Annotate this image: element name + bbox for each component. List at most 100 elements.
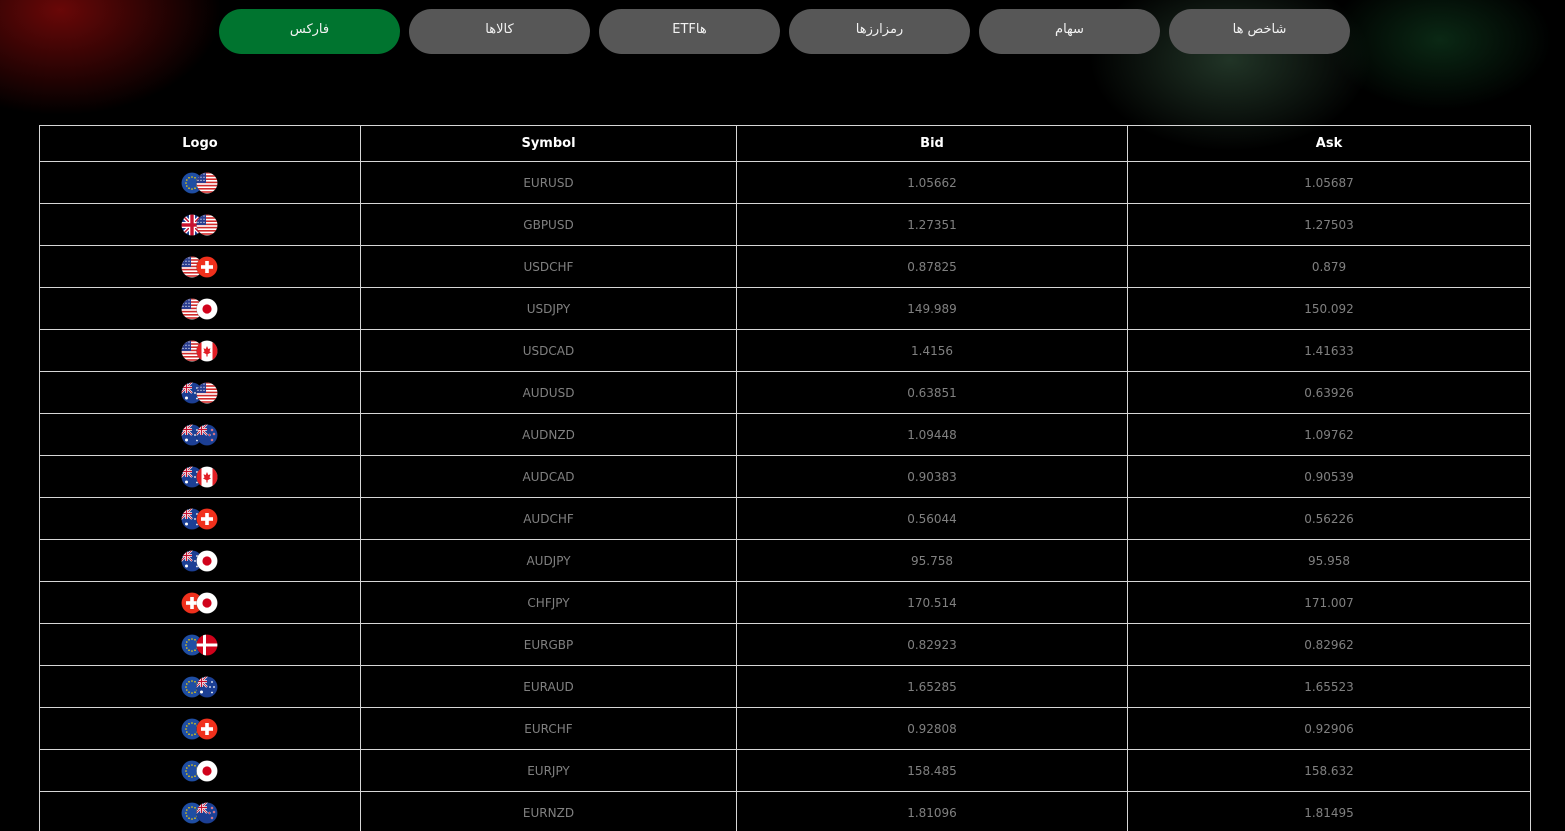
pair-logo-cell bbox=[39, 539, 361, 582]
ask-cell: 1.09762 bbox=[1127, 413, 1531, 456]
header-ask: Ask bbox=[1127, 125, 1531, 162]
tab-commodities[interactable]: کالاها bbox=[409, 9, 590, 54]
currency-pair-flags bbox=[181, 675, 219, 698]
page: فارکس کالاها ETFها رمزارزها سهام شاخص ها… bbox=[0, 0, 1565, 831]
bid-cell: 1.65285 bbox=[736, 665, 1128, 708]
symbol-cell: CHFJPY bbox=[360, 581, 737, 624]
pair-logo-cell bbox=[39, 329, 361, 372]
bid-cell: 0.56044 bbox=[736, 497, 1128, 540]
dk-flag-icon bbox=[196, 633, 218, 656]
table-row[interactable]: EURJPY 158.485 158.632 bbox=[39, 749, 1531, 792]
symbol-cell: EURGBP bbox=[360, 623, 737, 666]
header-logo: Logo bbox=[39, 125, 361, 162]
table-row[interactable]: AUDCAD 0.90383 0.90539 bbox=[39, 455, 1531, 498]
ask-cell: 1.41633 bbox=[1127, 329, 1531, 372]
table-row[interactable]: USDJPY 149.989 150.092 bbox=[39, 287, 1531, 330]
bid-cell: 0.90383 bbox=[736, 455, 1128, 498]
ch-flag-icon bbox=[196, 507, 218, 530]
table-row[interactable]: AUDNZD 1.09448 1.09762 bbox=[39, 413, 1531, 456]
ask-cell: 158.632 bbox=[1127, 749, 1531, 792]
currency-pair-flags bbox=[181, 591, 219, 614]
bid-cell: 158.485 bbox=[736, 749, 1128, 792]
jp-flag-icon bbox=[196, 591, 218, 614]
au-flag-icon bbox=[196, 675, 218, 698]
currency-pair-flags bbox=[181, 717, 219, 740]
currency-pair-flags bbox=[181, 381, 219, 404]
bid-cell: 170.514 bbox=[736, 581, 1128, 624]
symbol-cell: EURNZD bbox=[360, 791, 737, 831]
currency-pair-flags bbox=[181, 801, 219, 824]
tab-indices[interactable]: شاخص ها bbox=[1169, 9, 1350, 54]
symbol-cell: AUDUSD bbox=[360, 371, 737, 414]
symbol-cell: AUDJPY bbox=[360, 539, 737, 582]
currency-pair-flags bbox=[181, 507, 219, 530]
bid-cell: 1.05662 bbox=[736, 161, 1128, 204]
table-header-row: Logo Symbol Bid Ask bbox=[39, 125, 1531, 162]
ask-cell: 0.90539 bbox=[1127, 455, 1531, 498]
bid-cell: 0.87825 bbox=[736, 245, 1128, 288]
table-row[interactable]: EURGBP 0.82923 0.82962 bbox=[39, 623, 1531, 666]
bid-cell: 0.92808 bbox=[736, 707, 1128, 750]
ask-cell: 171.007 bbox=[1127, 581, 1531, 624]
pair-logo-cell bbox=[39, 203, 361, 246]
pair-logo-cell bbox=[39, 161, 361, 204]
currency-pair-flags bbox=[181, 297, 219, 320]
ch-flag-icon bbox=[196, 255, 218, 278]
symbol-cell: USDCAD bbox=[360, 329, 737, 372]
table-row[interactable]: AUDUSD 0.63851 0.63926 bbox=[39, 371, 1531, 414]
ca-flag-icon bbox=[196, 465, 218, 488]
tab-stocks[interactable]: سهام bbox=[979, 9, 1160, 54]
symbol-cell: EURUSD bbox=[360, 161, 737, 204]
tab-crypto[interactable]: رمزارزها bbox=[789, 9, 970, 54]
currency-pair-flags bbox=[181, 633, 219, 656]
symbol-cell: AUDNZD bbox=[360, 413, 737, 456]
ask-cell: 150.092 bbox=[1127, 287, 1531, 330]
symbol-cell: USDJPY bbox=[360, 287, 737, 330]
pair-logo-cell bbox=[39, 791, 361, 831]
bid-cell: 1.4156 bbox=[736, 329, 1128, 372]
table-row[interactable]: USDCHF 0.87825 0.879 bbox=[39, 245, 1531, 288]
tab-etfs[interactable]: ETFها bbox=[599, 9, 780, 54]
market-tabs: فارکس کالاها ETFها رمزارزها سهام شاخص ها bbox=[0, 0, 1565, 60]
currency-pair-flags bbox=[181, 759, 219, 782]
table-row[interactable]: USDCAD 1.4156 1.41633 bbox=[39, 329, 1531, 372]
currency-pair-flags bbox=[181, 549, 219, 572]
symbol-cell: AUDCAD bbox=[360, 455, 737, 498]
tab-forex[interactable]: فارکس bbox=[219, 9, 400, 54]
bid-cell: 1.81096 bbox=[736, 791, 1128, 831]
table-row[interactable]: EURNZD 1.81096 1.81495 bbox=[39, 791, 1531, 831]
pair-logo-cell bbox=[39, 287, 361, 330]
currency-pair-flags bbox=[181, 465, 219, 488]
pair-logo-cell bbox=[39, 371, 361, 414]
table-row[interactable]: EURAUD 1.65285 1.65523 bbox=[39, 665, 1531, 708]
pair-logo-cell bbox=[39, 497, 361, 540]
currency-pair-flags bbox=[181, 255, 219, 278]
currency-pair-flags bbox=[181, 213, 219, 236]
pair-logo-cell bbox=[39, 623, 361, 666]
bid-cell: 0.82923 bbox=[736, 623, 1128, 666]
ask-cell: 0.92906 bbox=[1127, 707, 1531, 750]
table-row[interactable]: AUDCHF 0.56044 0.56226 bbox=[39, 497, 1531, 540]
pair-logo-cell bbox=[39, 581, 361, 624]
jp-flag-icon bbox=[196, 297, 218, 320]
symbol-cell: EURJPY bbox=[360, 749, 737, 792]
table-row[interactable]: AUDJPY 95.758 95.958 bbox=[39, 539, 1531, 582]
table-row[interactable]: CHFJPY 170.514 171.007 bbox=[39, 581, 1531, 624]
symbol-cell: EURCHF bbox=[360, 707, 737, 750]
table-row[interactable]: EURUSD 1.05662 1.05687 bbox=[39, 161, 1531, 204]
ask-cell: 95.958 bbox=[1127, 539, 1531, 582]
header-symbol: Symbol bbox=[360, 125, 737, 162]
pair-logo-cell bbox=[39, 413, 361, 456]
ca-flag-icon bbox=[196, 339, 218, 362]
table-row[interactable]: EURCHF 0.92808 0.92906 bbox=[39, 707, 1531, 750]
us-flag-icon bbox=[196, 381, 218, 404]
nz-flag-icon bbox=[196, 801, 218, 824]
forex-quotes-table: Logo Symbol Bid Ask EURUSD 1.05662 1.05687… bbox=[39, 125, 1531, 831]
symbol-cell: USDCHF bbox=[360, 245, 737, 288]
currency-pair-flags bbox=[181, 171, 219, 194]
bid-cell: 149.989 bbox=[736, 287, 1128, 330]
table-row[interactable]: GBPUSD 1.27351 1.27503 bbox=[39, 203, 1531, 246]
us-flag-icon bbox=[196, 171, 218, 194]
ask-cell: 1.65523 bbox=[1127, 665, 1531, 708]
ask-cell: 0.879 bbox=[1127, 245, 1531, 288]
